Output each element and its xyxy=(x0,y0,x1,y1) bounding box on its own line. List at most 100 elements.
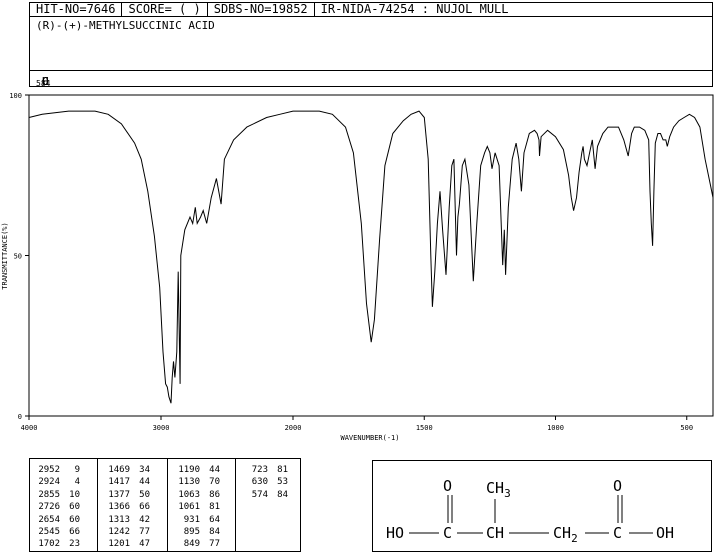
structure-diagram: O CH3 O HO C CH CH2 C OH xyxy=(386,477,674,545)
peak-wavenumber: 931 xyxy=(183,514,200,525)
peak-row: 1130 70 xyxy=(172,476,220,488)
atom-o-right: O xyxy=(613,477,622,495)
peak-transmittance: 50 xyxy=(139,489,150,500)
peak-wavenumber: 1377 xyxy=(108,489,130,500)
peak-wavenumber: 2924 xyxy=(38,477,60,488)
peak-row: 2654 60 xyxy=(32,514,80,526)
atom-ch: CH xyxy=(486,524,504,542)
peak-row: 2924 4 xyxy=(32,476,80,488)
y-tick-label-0: 0 xyxy=(18,413,22,421)
atom-ho: HO xyxy=(386,524,404,542)
peak-row: 895 84 xyxy=(172,526,220,538)
peak-transmittance: 60 xyxy=(69,502,80,513)
peak-row: 2726 60 xyxy=(32,501,80,513)
atom-oh: OH xyxy=(656,524,674,542)
atom-ch2: CH2 xyxy=(553,524,578,545)
peak-transmittance: 84 xyxy=(209,527,220,538)
peak-row: 849 77 xyxy=(172,538,220,550)
y-tick-label-100: 100 xyxy=(9,92,22,100)
x-axis-label: WAVENUMBER(-1) xyxy=(340,434,399,442)
peak-wavenumber: 849 xyxy=(183,539,200,550)
peak-row: 1190 44 xyxy=(172,464,220,476)
peak-row: 1201 47 xyxy=(102,538,150,550)
peak-row: 1377 50 xyxy=(102,489,150,501)
structure-box: O CH3 O HO C CH CH2 C OH xyxy=(372,460,712,552)
peak-transmittance: 64 xyxy=(209,514,220,525)
ir-spectrum-chart: 4000 3000 2000 1500 1000 500 0 50 100 WAVENUMBER… xyxy=(1,92,714,442)
peak-transmittance: 47 xyxy=(139,539,150,550)
x-tick-label-4000: 4000 xyxy=(21,424,38,432)
peak-transmittance: 9 xyxy=(74,465,80,475)
peak-row: 1061 81 xyxy=(172,501,220,513)
peak-wavenumber: 723 xyxy=(251,465,268,475)
peak-transmittance: 77 xyxy=(139,527,150,538)
peak-transmittance: 86 xyxy=(209,489,220,500)
peak-column-2: 1469 34 1417 44 1377 50 1366 66 1313 42 1242 77 1201… xyxy=(102,464,150,551)
peak-wavenumber: 1366 xyxy=(108,502,130,513)
y-tick-label-50: 50 xyxy=(14,253,22,261)
peak-wavenumber: 574 xyxy=(251,489,268,500)
peak-column-3: 1190 44 1130 70 1063 86 1061 81 931 64 895 84 849 77 xyxy=(172,464,220,551)
atom-c2: C xyxy=(613,524,622,542)
peak-wavenumber: 2545 xyxy=(38,527,60,538)
peak-row: 1063 86 xyxy=(172,489,220,501)
peak-wavenumber: 1242 xyxy=(108,527,130,538)
peak-transmittance: 10 xyxy=(69,489,80,500)
peak-transmittance: 23 xyxy=(69,539,80,550)
atom-o-left: O xyxy=(443,477,452,495)
atom-ch3: CH3 xyxy=(486,479,511,500)
y-axis-label: TRANSMITTANCE(%) xyxy=(1,222,9,289)
peak-row: 723 81 xyxy=(240,464,288,476)
peak-transmittance: 66 xyxy=(69,527,80,538)
peak-transmittance: 70 xyxy=(209,477,220,488)
peak-row: 2855 10 xyxy=(32,489,80,501)
peak-transmittance: 44 xyxy=(209,465,220,475)
peak-transmittance: 53 xyxy=(277,477,288,488)
peak-wavenumber: 630 xyxy=(251,477,268,488)
peak-table: 2952 9 2924 4 2855 10 2726 60 2654 60 2545 66 1702 23… xyxy=(29,458,301,552)
x-tick-label-1500: 1500 xyxy=(416,424,433,432)
peak-column-4: 723 81 630 53 574 84 xyxy=(240,464,288,501)
x-tick-label-500: 500 xyxy=(680,424,693,432)
peak-wavenumber: 2654 xyxy=(38,514,60,525)
peak-row: 574 84 xyxy=(240,489,288,501)
peak-wavenumber: 1201 xyxy=(108,539,130,550)
peak-transmittance: 60 xyxy=(69,514,80,525)
peak-row: 630 53 xyxy=(240,476,288,488)
x-tick-label-1000: 1000 xyxy=(547,424,564,432)
peak-wavenumber: 1061 xyxy=(178,502,200,513)
peak-wavenumber: 2952 xyxy=(38,465,60,475)
plot-frame xyxy=(28,94,714,417)
peak-transmittance: 77 xyxy=(209,539,220,550)
peak-row: 2545 66 xyxy=(32,526,80,538)
peak-row: 1313 42 xyxy=(102,514,150,526)
peak-wavenumber: 1417 xyxy=(108,477,130,488)
peak-wavenumber: 1063 xyxy=(178,489,200,500)
peak-row: 1702 23 xyxy=(32,538,80,550)
peak-transmittance: 81 xyxy=(277,465,288,475)
peak-column-1: 2952 9 2924 4 2855 10 2726 60 2654 60 2545 66 1702 23 xyxy=(32,464,80,551)
peak-transmittance: 42 xyxy=(139,514,150,525)
peak-transmittance: 81 xyxy=(209,502,220,513)
spectrum-line xyxy=(28,110,714,404)
peak-wavenumber: 895 xyxy=(183,527,200,538)
peak-row: 1242 77 xyxy=(102,526,150,538)
peak-wavenumber: 2855 xyxy=(38,489,60,500)
peak-row: 931 64 xyxy=(172,514,220,526)
peak-row: 2952 9 xyxy=(32,464,80,476)
x-tick-label-3000: 3000 xyxy=(153,424,170,432)
peak-wavenumber: 1190 xyxy=(178,465,200,475)
peak-wavenumber: 1313 xyxy=(108,514,130,525)
peak-wavenumber: 1469 xyxy=(108,465,130,475)
atom-c1: C xyxy=(443,524,452,542)
peak-wavenumber: 1130 xyxy=(178,477,200,488)
peak-row: 1469 34 xyxy=(102,464,150,476)
peak-wavenumber: 2726 xyxy=(38,502,60,513)
peak-transmittance: 84 xyxy=(277,489,288,500)
x-tick-label-2000: 2000 xyxy=(285,424,302,432)
peak-transmittance: 44 xyxy=(139,477,150,488)
peak-transmittance: 66 xyxy=(139,502,150,513)
peak-row: 1417 44 xyxy=(102,476,150,488)
peak-wavenumber: 1702 xyxy=(38,539,60,550)
peak-transmittance: 34 xyxy=(139,465,150,475)
